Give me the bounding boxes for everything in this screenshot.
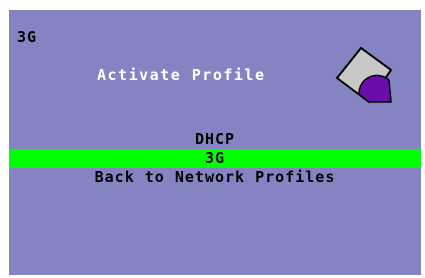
menu-item-3g[interactable]: 3G bbox=[9, 149, 421, 168]
profile-card-icon bbox=[335, 46, 393, 104]
current-profile-label: 3G bbox=[17, 28, 38, 46]
menu-item-back-to-network-profiles[interactable]: Back to Network Profiles bbox=[9, 168, 421, 187]
menu-item-dhcp[interactable]: DHCP bbox=[9, 130, 421, 149]
page-title: Activate Profile bbox=[97, 66, 266, 84]
profile-menu: DHCP 3G Back to Network Profiles bbox=[9, 130, 421, 187]
device-screen: 3G Activate Profile DHCP 3G Back to Netw… bbox=[9, 10, 421, 275]
